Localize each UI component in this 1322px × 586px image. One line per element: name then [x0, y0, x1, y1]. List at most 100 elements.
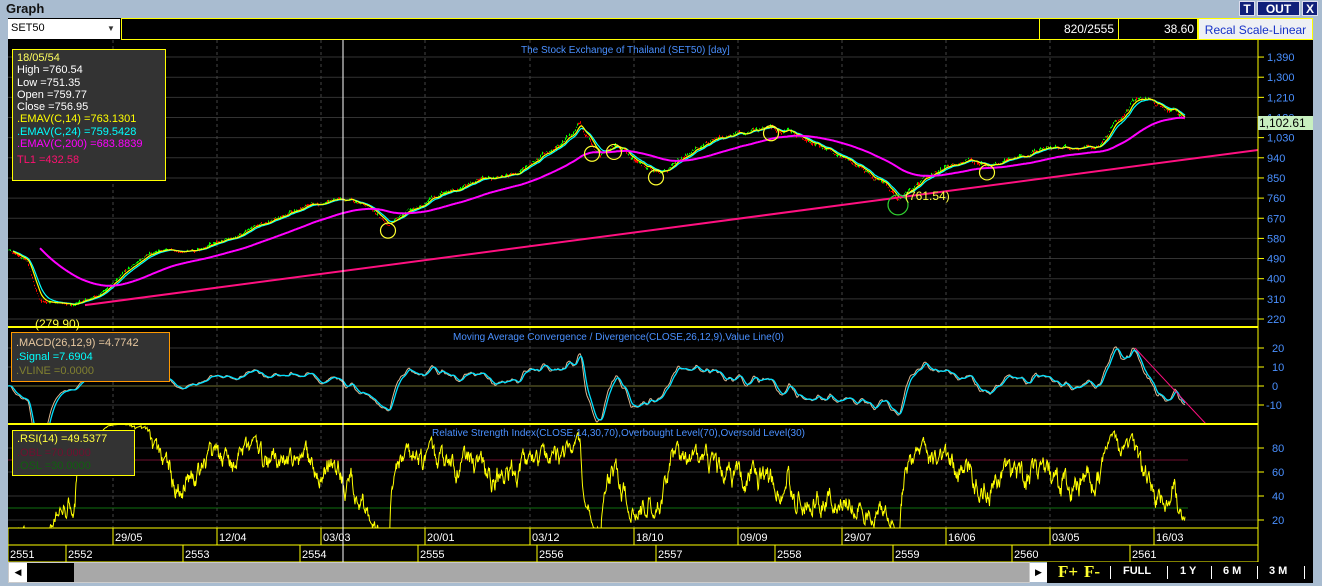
x-date-label: 29/07 [844, 532, 872, 544]
legend-tl1: TL1 =432.58 [17, 154, 80, 167]
range-1y-button[interactable]: 1 Y [1180, 565, 1196, 577]
y-tick-label: 40 [1272, 491, 1284, 503]
rsi-chart-title: Relative Strength Index(CLOSE,14,30,70),… [432, 428, 805, 439]
legend-high: High =760.54 [17, 64, 83, 77]
ema200-line [39, 116, 1185, 287]
y-tick-label: 20 [1272, 515, 1284, 527]
legend-close: Close =756.95 [17, 101, 89, 114]
x-year-label: 2551 [10, 549, 34, 561]
chart-svg[interactable]: 1,3901,3001,2101,1201,030940850760670580… [8, 40, 1313, 562]
divider [1211, 566, 1212, 579]
divider [1110, 566, 1111, 579]
y-tick-label: 80 [1272, 443, 1284, 455]
y-tick-label: 20 [1272, 343, 1284, 355]
legend-open: Open =759.77 [17, 88, 88, 101]
legend-ema24: .EMAV(C,24) =759.5428 [17, 125, 137, 138]
t-button[interactable]: T [1239, 1, 1255, 16]
axes: 1,3901,3001,2101,1201,030940850760670580… [8, 40, 1295, 562]
rsi-line [17, 425, 1186, 528]
scroll-thumb[interactable] [27, 563, 74, 582]
legend-vline: .VLINE =0.0000 [16, 365, 94, 377]
rsi-legend: .RSI(14) =49.5377 .OBL =70.0000 .OSL =30… [12, 430, 135, 476]
last-price-label: 1,102.61 [1259, 116, 1306, 130]
x-date-label: 03/05 [1052, 532, 1080, 544]
y-tick-label: 940 [1267, 153, 1285, 165]
position-readout: 820/2555 [1039, 18, 1118, 40]
x-date-label: 03/12 [532, 532, 560, 544]
y-tick-label: 850 [1267, 173, 1285, 185]
y-tick-label: 760 [1267, 193, 1285, 205]
x-year-label: 2552 [68, 549, 92, 561]
legend-low: Low =751.35 [17, 76, 81, 89]
rsi-plot [17, 425, 1186, 528]
x-year-label: 2561 [1132, 549, 1156, 561]
y-tick-label: -10 [1266, 400, 1282, 412]
divider [1167, 566, 1168, 579]
recal-scale-button[interactable]: Recal Scale-Linear [1198, 18, 1313, 40]
chart-area[interactable]: 1,3901,3001,2101,1201,030940850760670580… [8, 40, 1313, 562]
x-year-label: 2554 [302, 549, 326, 561]
legend-rsi: .RSI(14) =49.5377 [17, 433, 108, 445]
x-year-label: 2559 [895, 549, 919, 561]
price-plot [8, 96, 1258, 307]
y-tick-label: 490 [1267, 254, 1285, 266]
legend-osl: .OSL =30.0000 [17, 460, 91, 472]
close-button[interactable]: X [1302, 1, 1318, 16]
x-date-label: 18/10 [636, 532, 664, 544]
x-year-label: 2558 [777, 549, 801, 561]
y-tick-label: 1,300 [1267, 72, 1295, 84]
candles-up [8, 96, 1181, 307]
legend-obl: .OBL =70.0000 [17, 446, 91, 459]
x-year-label: 2560 [1014, 549, 1038, 561]
x-year-label: 2553 [185, 549, 209, 561]
y-tick-label: 310 [1267, 294, 1285, 306]
zoom-in-button[interactable]: F+ [1058, 562, 1078, 582]
divider [1257, 566, 1258, 579]
x-date-label: 20/01 [427, 532, 455, 544]
y-tick-label: 220 [1267, 314, 1285, 326]
macd-legend: .MACD(26,12,9) =4.7742 .Signal =7.6904 .… [11, 332, 170, 382]
info-box [121, 18, 1198, 40]
value-readout: 38.60 [1118, 18, 1198, 40]
horizontal-scrollbar[interactable] [8, 562, 1030, 583]
y-tick-label: 1,030 [1267, 133, 1295, 145]
y-tick-label: 1,210 [1267, 92, 1295, 104]
x-year-label: 2557 [658, 549, 682, 561]
window-title: Graph [6, 1, 45, 16]
candles-down [11, 97, 1185, 307]
trendline-tl1 [84, 148, 1258, 307]
y-tick-label: 400 [1267, 274, 1285, 286]
x-date-label: 09/09 [740, 532, 768, 544]
zoom-out-button[interactable]: F- [1084, 562, 1100, 582]
chevron-down-icon[interactable]: ▼ [102, 19, 120, 39]
x-date-label: 03/03 [323, 532, 351, 544]
x-year-label: 2556 [539, 549, 563, 561]
legend-ema200: .EMAV(C,200) =683.8839 [17, 138, 143, 151]
range-3m-button[interactable]: 3 M [1269, 565, 1287, 577]
swing-low-annotation: (761.54) [905, 189, 950, 203]
x-year-label: 2555 [420, 549, 444, 561]
ema24-line [12, 99, 1186, 305]
grid [8, 40, 1258, 528]
y-tick-label: 580 [1267, 233, 1285, 245]
scroll-right-icon[interactable]: ▶ [1030, 563, 1047, 582]
y-tick-label: 1,390 [1267, 52, 1295, 64]
x-date-label: 16/03 [1156, 532, 1184, 544]
price-chart-title: The Stock Exchange of Thailand (SET50) [… [521, 45, 730, 56]
out-button[interactable]: OUT [1257, 1, 1300, 16]
x-date-label: 16/06 [948, 532, 976, 544]
scroll-left-icon[interactable]: ◀ [9, 563, 27, 582]
legend-signal: .Signal =7.6904 [16, 351, 93, 363]
low-annotation: (279.90) [35, 317, 80, 331]
legend-macd: .MACD(26,12,9) =4.7742 [16, 337, 139, 349]
price-legend: 18/05/54 High =760.54 Low =751.35 Open =… [12, 49, 166, 181]
y-tick-label: 60 [1272, 467, 1284, 479]
range-full-button[interactable]: FULL [1123, 565, 1151, 577]
legend-date: 18/05/54 [17, 52, 60, 64]
legend-ema14: .EMAV(C,14) =763.1301 [17, 113, 137, 126]
macd-chart-title: Moving Average Convergence / Divergence(… [453, 332, 784, 343]
ema14-line [12, 98, 1186, 305]
x-date-label: 12/04 [219, 532, 247, 544]
y-tick-label: 10 [1272, 362, 1284, 374]
range-6m-button[interactable]: 6 M [1223, 565, 1241, 577]
